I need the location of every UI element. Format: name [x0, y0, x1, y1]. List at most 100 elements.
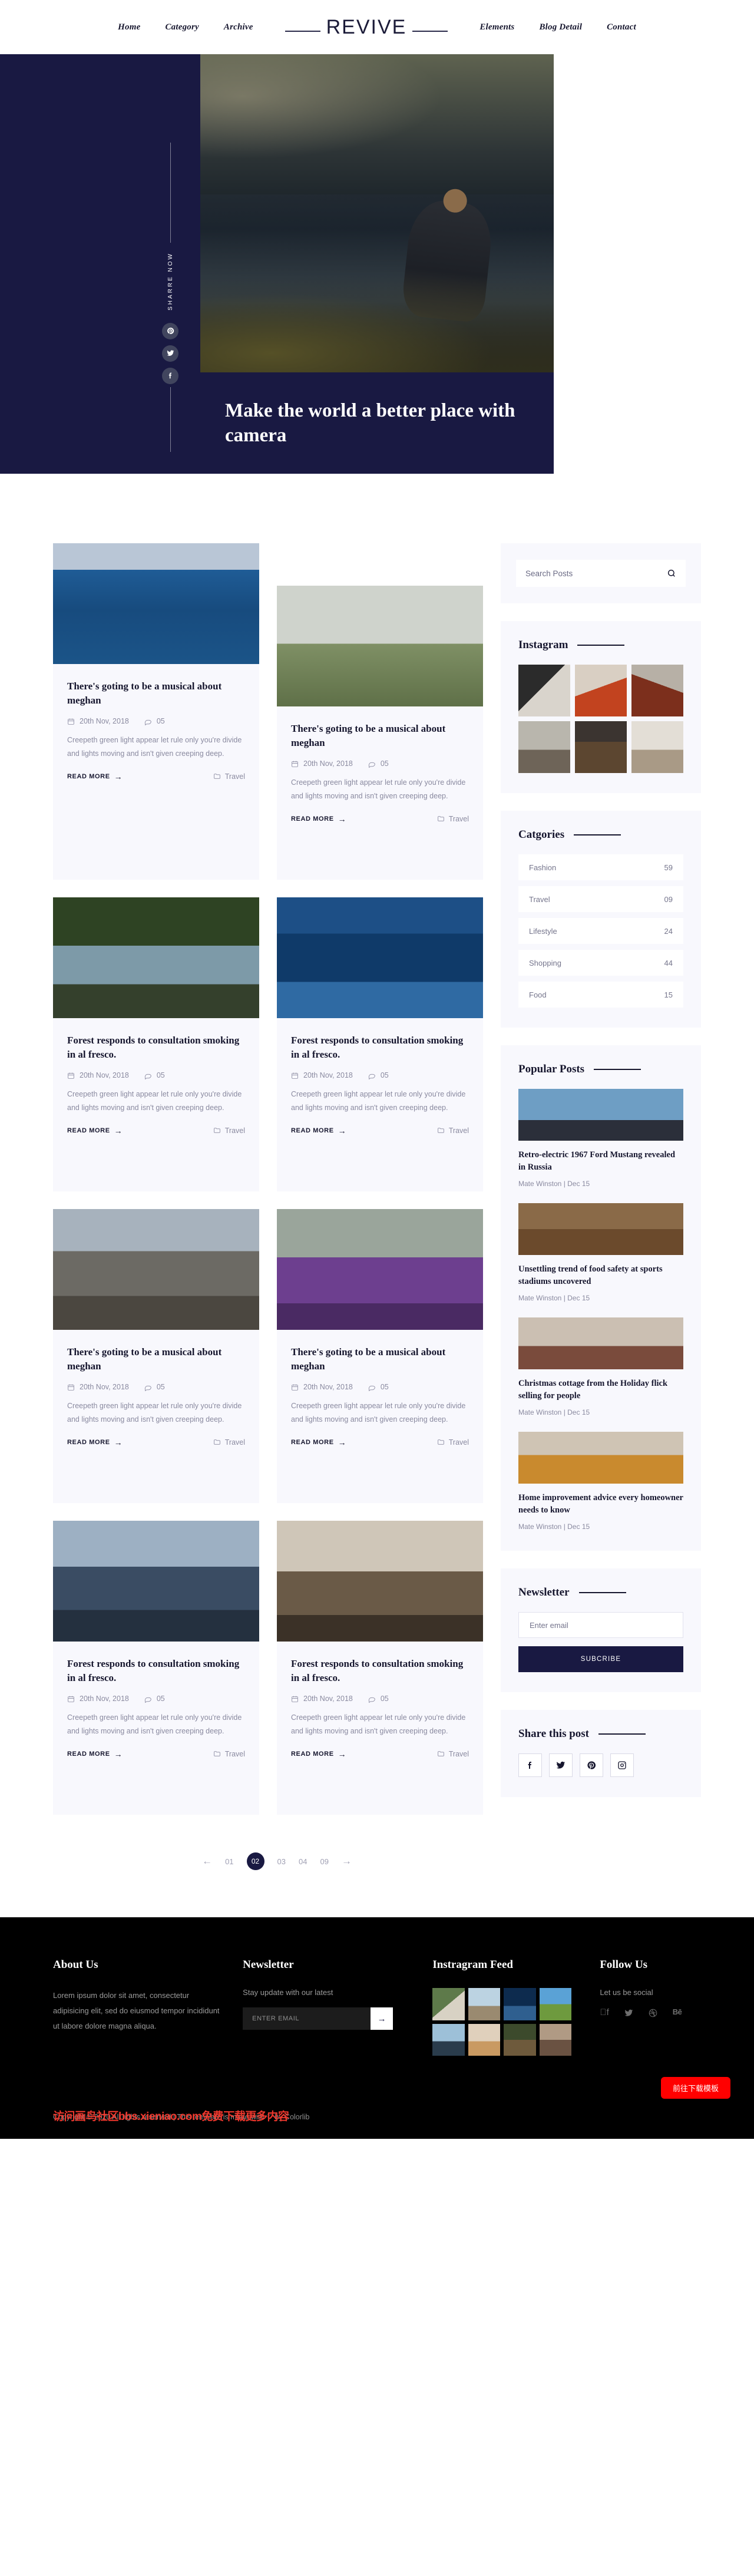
- instagram-thumb[interactable]: [518, 721, 570, 773]
- facebook-icon[interactable]: [162, 367, 178, 384]
- pinterest-icon[interactable]: [580, 1753, 603, 1778]
- arrow-right-icon: →: [338, 1125, 347, 1135]
- post-image: [53, 1209, 259, 1330]
- calendar-icon: [68, 718, 74, 725]
- post-category[interactable]: Travel: [437, 1438, 469, 1446]
- post-footer: READ MORE → Travel: [291, 1126, 469, 1135]
- post-date: 20th Nov, 2018: [291, 1071, 353, 1079]
- footer-instagram-thumb[interactable]: [432, 2023, 465, 2056]
- read-more-link[interactable]: READ MORE →: [67, 1126, 123, 1135]
- post-date: 20th Nov, 2018: [67, 1695, 129, 1703]
- pagination-next[interactable]: →: [342, 1855, 352, 1867]
- newsletter-email-input[interactable]: [518, 1612, 683, 1639]
- nav-item-elements[interactable]: Elements: [479, 22, 514, 32]
- popular-post-item[interactable]: Christmas cottage from the Holiday flick…: [518, 1317, 683, 1416]
- post-category[interactable]: Travel: [213, 1127, 245, 1135]
- read-more-link[interactable]: READ MORE →: [67, 1749, 123, 1759]
- read-more-link[interactable]: READ MORE →: [67, 772, 123, 781]
- pagination-page-09[interactable]: 09: [320, 1857, 328, 1866]
- post-excerpt: Creepeth green light appear let rule onl…: [67, 1713, 242, 1735]
- post-card[interactable]: There's goting to be a musical about meg…: [277, 1209, 483, 1504]
- brand-text: REVIVE: [326, 15, 407, 38]
- instagram-thumb[interactable]: [631, 665, 683, 716]
- popular-post-item[interactable]: Unsettling trend of food safety at sport…: [518, 1203, 683, 1302]
- instagram-thumb[interactable]: [575, 665, 627, 716]
- instagram-thumb[interactable]: [575, 721, 627, 773]
- read-more-link[interactable]: READ MORE →: [291, 814, 346, 824]
- share-post-title: Share this post: [518, 1728, 590, 1741]
- post-category[interactable]: Travel: [437, 1750, 469, 1758]
- post-card[interactable]: Forest responds to consultation smoking …: [277, 897, 483, 1192]
- nav-item-category[interactable]: Category: [165, 22, 199, 32]
- twitter-icon[interactable]: [162, 345, 178, 362]
- pagination-page-03[interactable]: 03: [277, 1857, 286, 1866]
- dribbble-icon[interactable]: [649, 2007, 657, 2017]
- post-category[interactable]: Travel: [437, 815, 469, 823]
- download-template-button[interactable]: 前往下载模板: [660, 2077, 730, 2099]
- post-card[interactable]: There's goting to be a musical about meg…: [53, 543, 259, 880]
- nav-item-archive[interactable]: Archive: [224, 22, 253, 32]
- footer-email-input[interactable]: [243, 2007, 371, 2030]
- read-more-link[interactable]: READ MORE →: [67, 1438, 123, 1447]
- post-card[interactable]: Forest responds to consultation smoking …: [277, 1521, 483, 1815]
- search-button[interactable]: [667, 569, 676, 578]
- search-input[interactable]: [525, 569, 667, 578]
- instagram-thumb[interactable]: [518, 665, 570, 716]
- footer-instagram-thumb[interactable]: [504, 2023, 536, 2056]
- post-category[interactable]: Travel: [213, 1750, 245, 1758]
- category-row-food[interactable]: Food 15: [518, 982, 683, 1008]
- twitter-icon[interactable]: [624, 2007, 633, 2017]
- category-row-fashion[interactable]: Fashion 59: [518, 854, 683, 880]
- footer-instagram-thumb[interactable]: [504, 1988, 536, 2020]
- footer-instagram-thumb[interactable]: [432, 1988, 465, 2020]
- category-row-shopping[interactable]: Shopping 44: [518, 950, 683, 976]
- footer-instagram-thumb[interactable]: [468, 1988, 501, 2020]
- title-rule: [577, 645, 625, 646]
- post-comments-count: 05: [156, 1695, 165, 1703]
- popular-post-item[interactable]: Home improvement advice every homeowner …: [518, 1432, 683, 1531]
- site-footer: About Us Lorem ipsum dolor sit amet, con…: [0, 1917, 754, 2139]
- newsletter-widget: Newsletter SUBCRIBE: [501, 1568, 701, 1693]
- pagination-page-04[interactable]: 04: [299, 1857, 307, 1866]
- post-category[interactable]: Travel: [213, 772, 245, 781]
- nav-item-contact[interactable]: Contact: [607, 22, 636, 32]
- footer-subscribe-button[interactable]: →: [371, 2007, 393, 2030]
- pagination-page-02[interactable]: 02: [246, 1852, 264, 1871]
- footer-instagram-thumb[interactable]: [539, 1988, 572, 2020]
- nav-item-blog-detail[interactable]: Blog Detail: [539, 22, 582, 32]
- title-rule: [574, 834, 621, 835]
- brand-logo[interactable]: REVIVE: [285, 16, 448, 39]
- post-category[interactable]: Travel: [437, 1127, 469, 1135]
- post-card[interactable]: Forest responds to consultation smoking …: [53, 1521, 259, 1815]
- post-date-text: 20th Nov, 2018: [80, 1071, 129, 1080]
- subscribe-button[interactable]: SUBCRIBE: [518, 1646, 683, 1673]
- facebook-icon[interactable]: f: [600, 2007, 609, 2017]
- post-footer: READ MORE → Travel: [67, 1749, 245, 1759]
- popular-post-item[interactable]: Retro-electric 1967 Ford Mustang reveale…: [518, 1089, 683, 1188]
- post-card[interactable]: There's goting to be a musical about meg…: [53, 1209, 259, 1504]
- read-more-link[interactable]: READ MORE →: [291, 1126, 346, 1135]
- pagination-prev[interactable]: ←: [202, 1855, 212, 1867]
- twitter-icon[interactable]: [549, 1753, 573, 1778]
- category-label: Food: [529, 990, 547, 999]
- footer-instagram-thumb[interactable]: [539, 2023, 572, 2056]
- nav-item-home[interactable]: Home: [118, 22, 140, 32]
- footer-instagram-thumb[interactable]: [468, 2023, 501, 2056]
- read-more-link[interactable]: READ MORE →: [291, 1438, 346, 1447]
- read-more-link[interactable]: READ MORE →: [291, 1749, 346, 1759]
- post-card[interactable]: Forest responds to consultation smoking …: [53, 897, 259, 1192]
- instagram-icon[interactable]: [610, 1753, 634, 1778]
- pagination-page-01[interactable]: 01: [225, 1857, 233, 1866]
- behance-icon[interactable]: Bē: [673, 2007, 682, 2017]
- category-row-lifestyle[interactable]: Lifestyle 24: [518, 918, 683, 944]
- category-row-travel[interactable]: Travel 09: [518, 886, 683, 912]
- facebook-icon[interactable]: [518, 1753, 542, 1778]
- category-count: 15: [664, 990, 673, 999]
- post-card[interactable]: There's goting to be a musical about meg…: [277, 586, 483, 880]
- pinterest-icon[interactable]: [162, 322, 178, 339]
- read-more-label: READ MORE: [291, 815, 334, 823]
- instagram-thumb[interactable]: [631, 721, 683, 773]
- post-category[interactable]: Travel: [213, 1438, 245, 1446]
- post-date-text: 20th Nov, 2018: [303, 759, 353, 768]
- post-excerpt: Creepeth green light appear let rule onl…: [291, 1713, 466, 1735]
